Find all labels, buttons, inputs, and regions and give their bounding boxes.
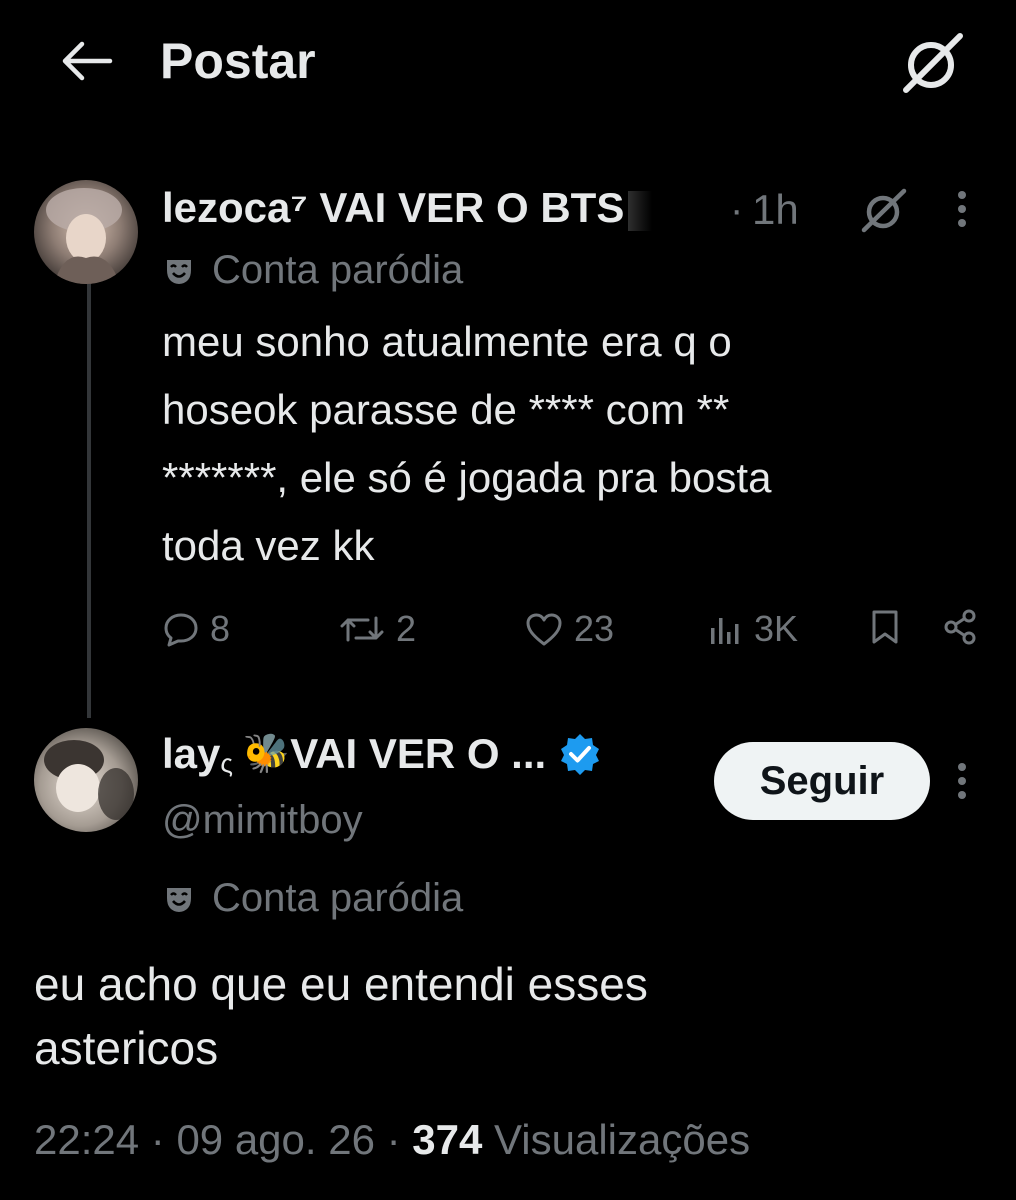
author-name[interactable]: lay ς 🐝 VAI VER O ... (162, 728, 602, 779)
more-vertical-icon (958, 191, 966, 227)
repost-icon (340, 616, 384, 642)
timestamp[interactable]: 1h (752, 186, 799, 234)
reply-button[interactable]: 8 (162, 608, 230, 650)
follow-button[interactable]: Seguir (714, 742, 930, 820)
more-options-button[interactable] (952, 186, 972, 232)
bee-emoji: 🐝 (242, 732, 291, 775)
grok-button[interactable] (898, 30, 968, 96)
grok-icon (903, 33, 963, 93)
bookmark-icon (872, 610, 898, 644)
separator-dot: · (139, 1116, 177, 1163)
name-decoration: ς (220, 748, 233, 778)
grok-icon (861, 188, 907, 233)
name-truncation-fade (628, 190, 653, 231)
repost-button[interactable]: 2 (338, 608, 416, 650)
separator-dot: · (730, 188, 744, 232)
author-name[interactable]: lezoca⁷ VAI VER O BTS (162, 184, 653, 232)
verified-badge-icon (561, 733, 600, 775)
bookmark-button[interactable] (868, 608, 912, 646)
post-date[interactable]: 09 ago. 26 (176, 1116, 375, 1163)
avatar-image (34, 728, 138, 832)
views-label: Visualizações (482, 1116, 751, 1163)
tweet-actions: 8 2 23 3K (0, 608, 1016, 658)
top-bar: Postar (0, 0, 1016, 130)
theater-mask-icon (167, 887, 191, 912)
tweet-meta: 22:24 · 09 ago. 26 · 374 Visualizações (34, 1116, 750, 1164)
views-bars-icon (711, 618, 739, 644)
author-name-text: lezoca⁷ VAI VER O BTS (162, 184, 625, 231)
separator-dot: · (374, 1116, 413, 1163)
grok-button[interactable] (858, 186, 910, 234)
avatar[interactable] (34, 728, 138, 832)
more-vertical-icon (958, 763, 966, 799)
reply-icon (164, 613, 198, 647)
back-button[interactable] (58, 38, 114, 84)
parody-label: Conta paródia (164, 876, 463, 921)
avatar-image (34, 180, 138, 284)
parody-label-text: Conta paródia (212, 248, 464, 292)
tweet-text: eu acho que eu entendi esses astericos (34, 958, 648, 1074)
page-title: Postar (160, 33, 316, 89)
arrow-left-icon (62, 41, 113, 81)
author-handle[interactable]: @mimitboy (162, 798, 363, 843)
more-options-button[interactable] (952, 758, 972, 804)
share-icon (944, 609, 976, 645)
post-time[interactable]: 22:24 (34, 1116, 139, 1163)
view-count: 3K (754, 608, 799, 649)
share-button[interactable] (942, 608, 988, 646)
views-button[interactable]: 3K (708, 608, 798, 650)
tweet-text: meu sonho atualmente era q o hoseok para… (162, 318, 772, 569)
like-button[interactable]: 23 (524, 608, 614, 650)
author-name-text: lay (162, 729, 221, 777)
parody-label-text: Conta paródia (212, 876, 464, 920)
view-count: 374 (412, 1116, 483, 1163)
repost-count: 2 (396, 608, 417, 649)
like-count: 23 (574, 608, 615, 649)
theater-mask-icon (167, 259, 191, 284)
author-name-rest: VAI VER O ... (290, 729, 547, 777)
reply-count: 8 (210, 608, 231, 649)
heart-icon (526, 613, 562, 646)
parody-label: Conta paródia (164, 248, 463, 293)
avatar[interactable] (34, 180, 138, 284)
